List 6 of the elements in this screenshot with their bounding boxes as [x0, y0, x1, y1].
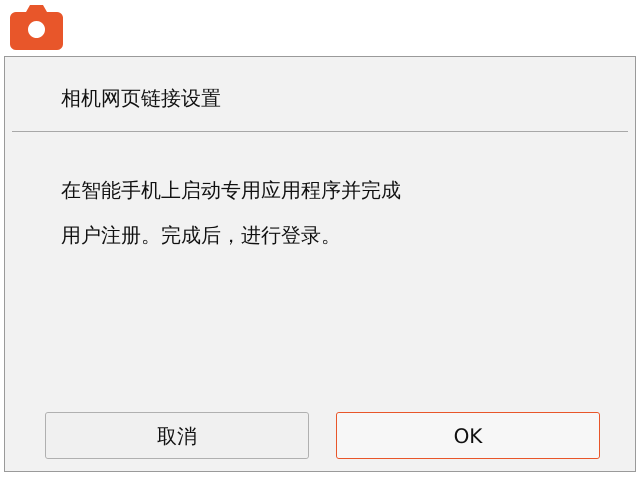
dialog-title: 相机网页链接设置: [60, 85, 222, 112]
camera-icon: [10, 4, 63, 50]
ok-button[interactable]: OK: [336, 412, 600, 459]
cancel-button[interactable]: 取消: [45, 412, 309, 459]
message-text: 在智能手机上启动专用应用程序并完成: [61, 177, 402, 204]
message-text: 用户注册。完成后，进行登录。: [61, 222, 342, 249]
